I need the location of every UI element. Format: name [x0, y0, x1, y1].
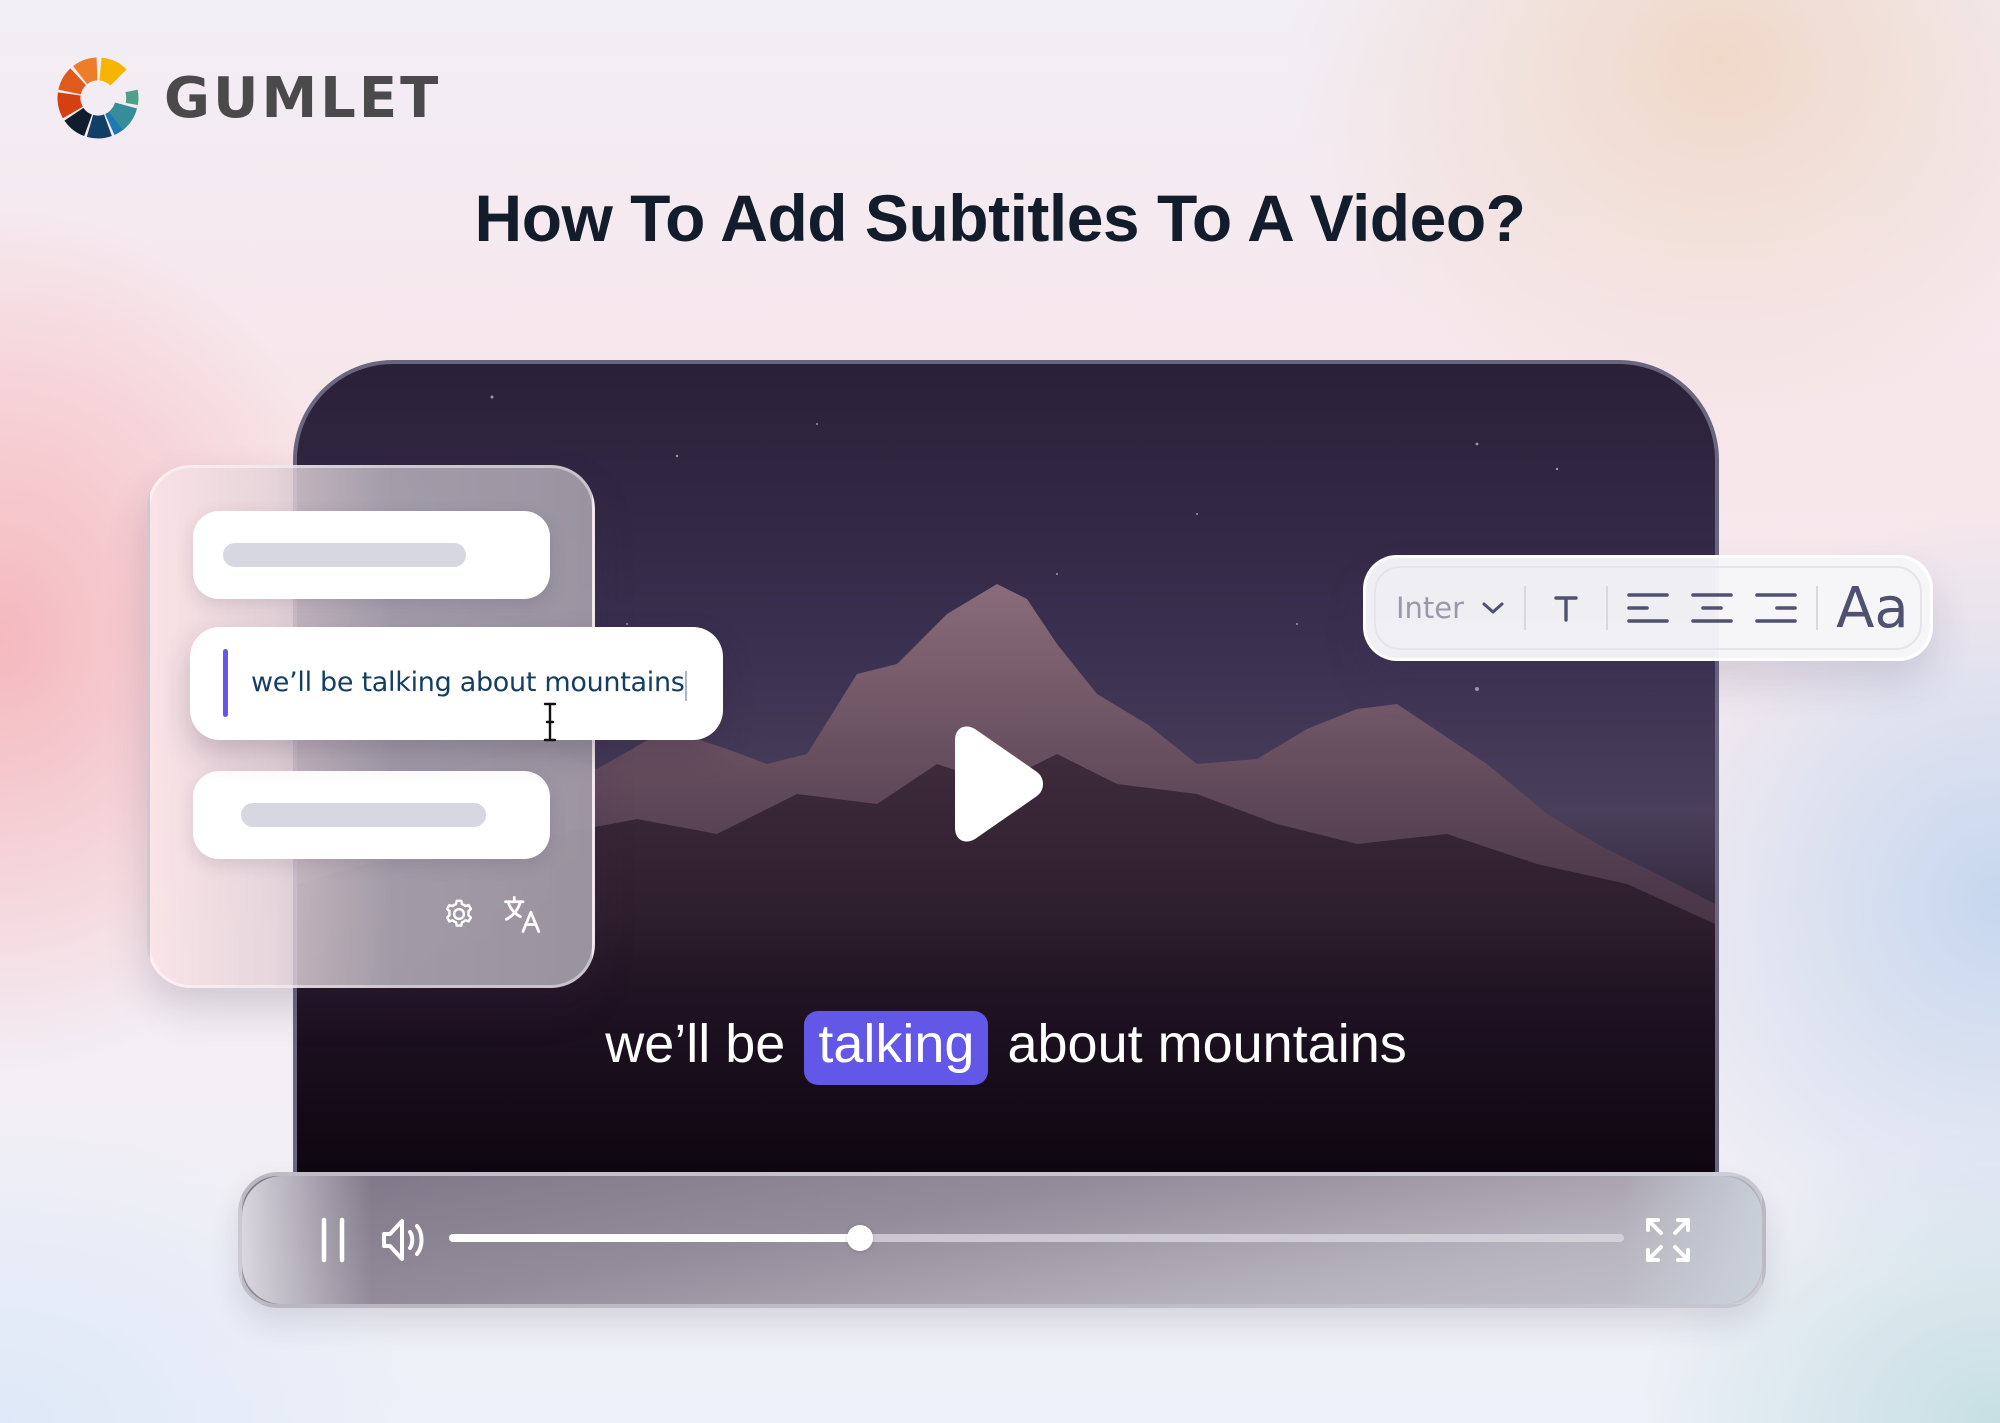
- logo-segment: [125, 89, 139, 106]
- caption-highlighted-word: talking: [804, 1011, 989, 1085]
- volume-icon: [382, 1219, 424, 1261]
- brand-logo[interactable]: GUMLET: [54, 54, 441, 142]
- toolbar-divider: [1524, 586, 1527, 630]
- subtitle-caption: we’ll be talking about mountains: [297, 1011, 1715, 1085]
- subtitle-cue-item[interactable]: [193, 771, 550, 859]
- brand-name: GUMLET: [164, 65, 442, 131]
- toolbar-divider: [1606, 586, 1609, 630]
- fullscreen-button[interactable]: [1644, 1216, 1692, 1264]
- text-case-button[interactable]: Aa: [1836, 576, 1909, 641]
- align-right-icon: [1755, 593, 1797, 623]
- text-style-button[interactable]: [1544, 586, 1588, 630]
- gear-icon[interactable]: [438, 893, 480, 935]
- logo-segment: [99, 57, 127, 86]
- page-title: How To Add Subtitles To A Video?: [474, 181, 1526, 255]
- cue-text-placeholder: [223, 543, 466, 567]
- active-cue-text[interactable]: we’ll be talking about mountains: [251, 667, 685, 698]
- progress-fill: [449, 1234, 861, 1242]
- active-subtitle-cue-input[interactable]: we’ll be talking about mountains: [190, 627, 723, 740]
- progress-slider[interactable]: [449, 1225, 1624, 1251]
- align-left-button[interactable]: [1626, 586, 1670, 630]
- cue-text-placeholder: [241, 803, 486, 827]
- text-cursor-icon: [543, 702, 557, 742]
- translate-icon[interactable]: [502, 893, 544, 935]
- align-center-icon: [1691, 593, 1733, 623]
- align-center-button[interactable]: [1690, 586, 1734, 630]
- progress-thumb[interactable]: [847, 1225, 874, 1251]
- volume-button[interactable]: [380, 1216, 430, 1264]
- caption-text-before: we’ll be: [605, 1014, 786, 1074]
- subtitle-format-toolbar: Inter Aa: [1363, 555, 1933, 661]
- active-cue-accent-bar: [223, 649, 228, 717]
- align-left-icon: [1627, 593, 1669, 623]
- pause-icon: [321, 1217, 345, 1263]
- subtitle-cue-item[interactable]: [193, 511, 550, 599]
- align-right-button[interactable]: [1754, 586, 1798, 630]
- font-family-dropdown[interactable]: Inter: [1396, 591, 1506, 625]
- font-family-value: Inter: [1396, 591, 1465, 625]
- play-icon: [955, 726, 1043, 842]
- text-caret: [685, 671, 687, 701]
- play-button[interactable]: [947, 724, 1047, 844]
- chevron-down-icon: [1482, 602, 1504, 614]
- text-t-icon: [1554, 596, 1578, 622]
- toolbar-divider: [1816, 586, 1819, 630]
- gumlet-logo-icon: [57, 57, 139, 139]
- pause-button[interactable]: [318, 1216, 348, 1264]
- player-control-bar: [238, 1172, 1766, 1308]
- fullscreen-icon: [1646, 1218, 1690, 1262]
- caption-text-after: about mountains: [1007, 1014, 1407, 1074]
